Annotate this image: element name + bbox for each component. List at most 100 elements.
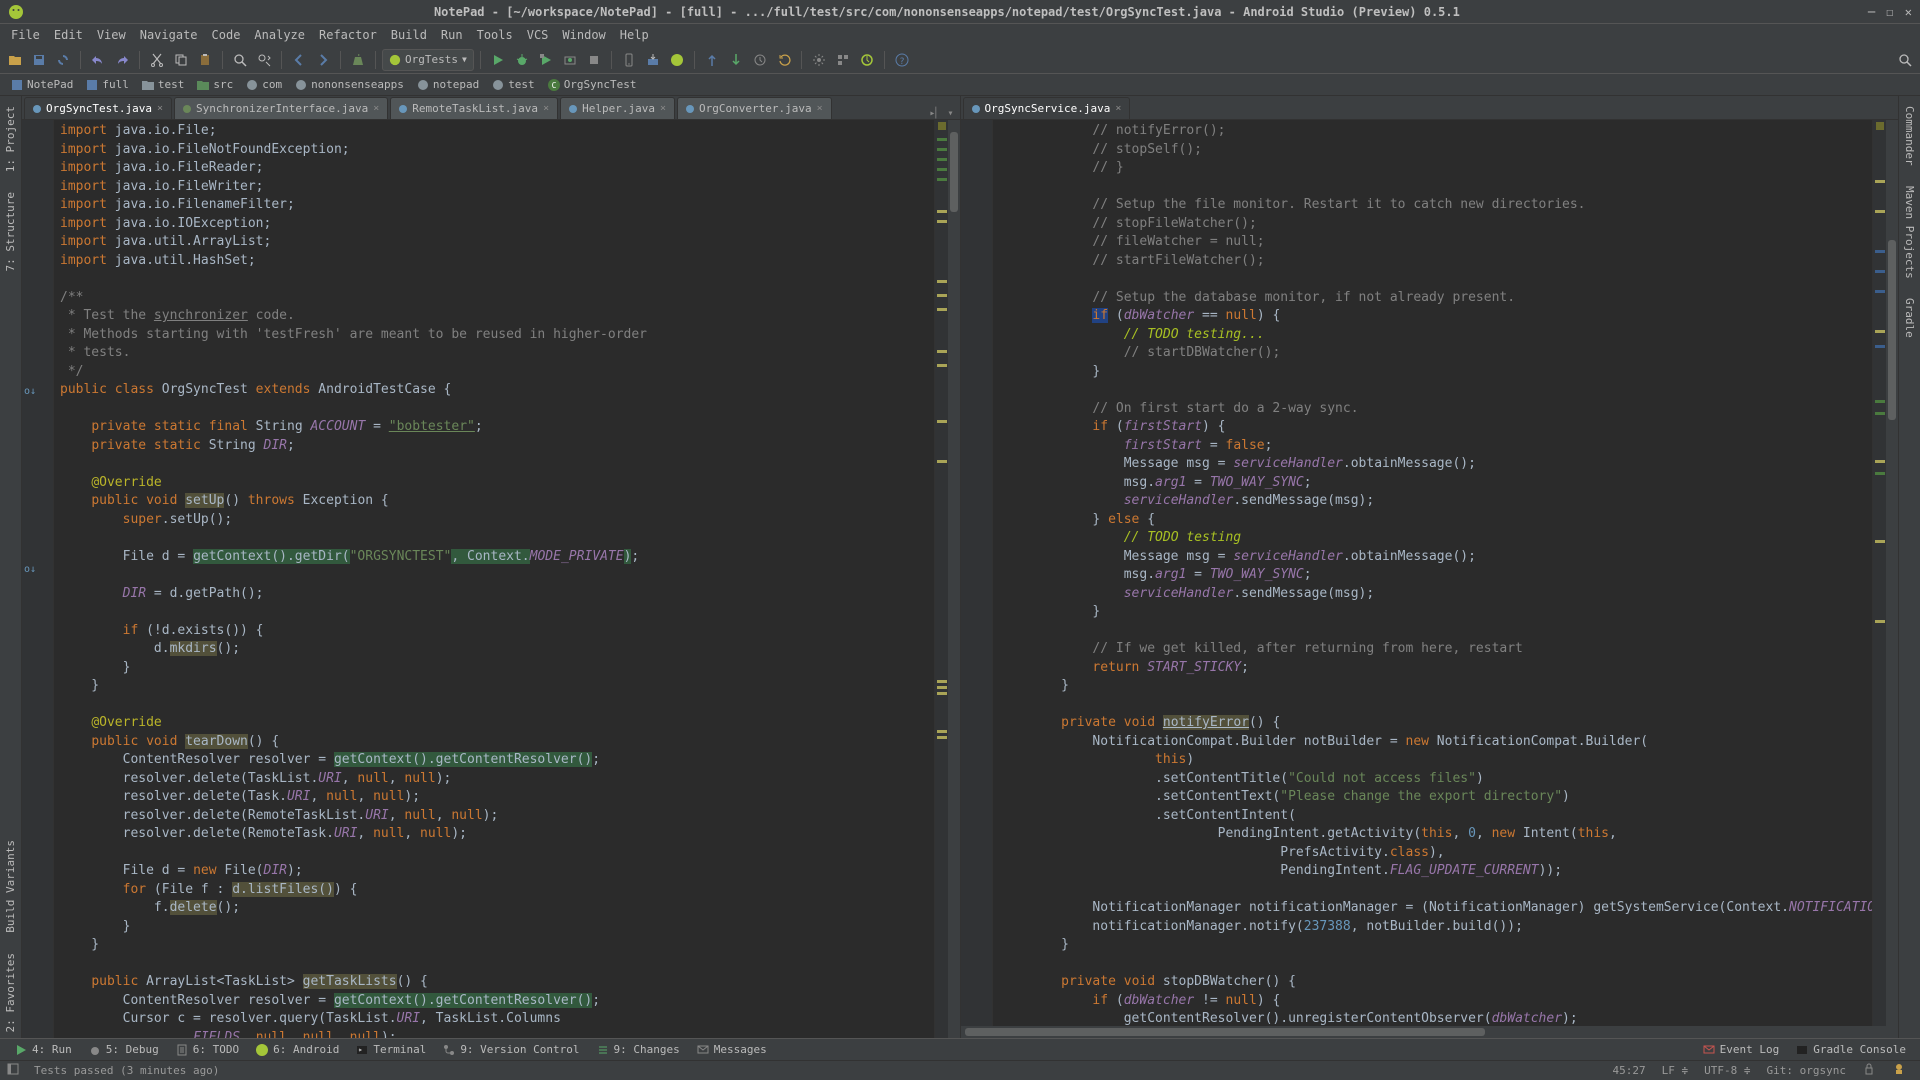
- find-icon[interactable]: [229, 49, 251, 71]
- tab-orgconverter[interactable]: OrgConverter.java×: [677, 97, 832, 119]
- save-all-icon[interactable]: [28, 49, 50, 71]
- tool-gradle[interactable]: Gradle: [1901, 292, 1918, 344]
- tab-orgsyncservice[interactable]: OrgSyncService.java×: [963, 97, 1131, 119]
- minimize-button[interactable]: ─: [1868, 5, 1875, 19]
- menu-navigate[interactable]: Navigate: [133, 26, 205, 44]
- read-only-toggle-icon[interactable]: [1854, 1062, 1884, 1079]
- tabs-list-icon[interactable]: ▾: [947, 108, 953, 119]
- vertical-scrollbar[interactable]: [1886, 120, 1898, 1026]
- tool-maven[interactable]: Maven Projects: [1901, 180, 1918, 285]
- inspection-indicator-icon[interactable]: [938, 122, 946, 130]
- avd-manager-icon[interactable]: [618, 49, 640, 71]
- settings-icon[interactable]: [808, 49, 830, 71]
- vcs-revert-icon[interactable]: [773, 49, 795, 71]
- cursor-position[interactable]: 45:27: [1605, 1064, 1654, 1077]
- close-tab-icon[interactable]: ×: [817, 103, 823, 114]
- tabs-scroll-right-icon[interactable]: ▸▏: [929, 108, 941, 119]
- menu-file[interactable]: File: [4, 26, 47, 44]
- editor-gutter-right[interactable]: [961, 120, 993, 1026]
- tool-messages[interactable]: Messages: [688, 1043, 775, 1057]
- error-stripe-left[interactable]: [934, 120, 948, 1038]
- redo-icon[interactable]: [111, 49, 133, 71]
- menu-vcs[interactable]: VCS: [520, 26, 556, 44]
- tool-terminal[interactable]: Terminal: [347, 1043, 434, 1057]
- help-icon[interactable]: ?: [891, 49, 913, 71]
- run-icon[interactable]: [487, 49, 509, 71]
- breadcrumb-folder[interactable]: test: [135, 75, 191, 95]
- menu-help[interactable]: Help: [613, 26, 656, 44]
- close-tab-icon[interactable]: ×: [1115, 103, 1121, 114]
- run-config-selector[interactable]: OrgTests ▼: [382, 49, 474, 71]
- close-button[interactable]: ✕: [1905, 5, 1912, 19]
- breadcrumb-module[interactable]: full: [79, 75, 135, 95]
- tool-vcs[interactable]: 9: Version Control: [434, 1043, 587, 1057]
- tool-gradle-console[interactable]: Gradle Console: [1787, 1043, 1914, 1057]
- horizontal-scrollbar[interactable]: [961, 1026, 1899, 1038]
- sync-icon[interactable]: [52, 49, 74, 71]
- maximize-button[interactable]: ☐: [1886, 5, 1893, 19]
- menu-run[interactable]: Run: [434, 26, 470, 44]
- tool-structure[interactable]: 7: Structure: [2, 186, 19, 277]
- forward-icon[interactable]: [312, 49, 334, 71]
- menu-window[interactable]: Window: [555, 26, 612, 44]
- tool-todo[interactable]: 6: TODO: [167, 1043, 247, 1057]
- back-icon[interactable]: [288, 49, 310, 71]
- vertical-scrollbar[interactable]: [948, 120, 960, 1038]
- run-tests-icon[interactable]: [535, 49, 557, 71]
- vcs-history-icon[interactable]: [749, 49, 771, 71]
- breadcrumb-folder[interactable]: src: [190, 75, 239, 95]
- breadcrumb-package[interactable]: notepad: [410, 75, 485, 95]
- debug-icon[interactable]: [511, 49, 533, 71]
- tool-commander[interactable]: Commander: [1901, 100, 1918, 172]
- make-project-icon[interactable]: [347, 49, 369, 71]
- inspection-indicator-icon[interactable]: [1876, 122, 1884, 130]
- breadcrumb-package[interactable]: nononsenseapps: [288, 75, 410, 95]
- open-file-icon[interactable]: [4, 49, 26, 71]
- tab-orgsynctest[interactable]: OrgSyncTest.java×: [24, 97, 172, 119]
- error-stripe-right[interactable]: [1872, 120, 1886, 1026]
- code-area-right[interactable]: // notifyError(); // stopSelf(); // } //…: [993, 120, 1873, 1026]
- override-marker-icon[interactable]: o↓: [24, 564, 36, 576]
- code-area-left[interactable]: import java.io.File; import java.io.File…: [54, 120, 934, 1038]
- breadcrumb-project[interactable]: NotePad: [4, 75, 79, 95]
- undo-icon[interactable]: [87, 49, 109, 71]
- breadcrumb-package[interactable]: test: [485, 75, 541, 95]
- toolwindows-toggle-icon[interactable]: [6, 1062, 26, 1079]
- ddms-icon[interactable]: [666, 49, 688, 71]
- vcs-commit-icon[interactable]: [725, 49, 747, 71]
- paste-icon[interactable]: [194, 49, 216, 71]
- close-tab-icon[interactable]: ×: [157, 103, 163, 114]
- editor-gutter-left[interactable]: o↓ o↓: [22, 120, 54, 1038]
- editor-left[interactable]: o↓ o↓ import java.io.File; import java.i…: [22, 120, 960, 1038]
- project-structure-icon[interactable]: [832, 49, 854, 71]
- attach-debugger-icon[interactable]: [559, 49, 581, 71]
- copy-icon[interactable]: [170, 49, 192, 71]
- menu-refactor[interactable]: Refactor: [312, 26, 384, 44]
- breadcrumb-class[interactable]: COrgSyncTest: [541, 75, 643, 95]
- vcs-update-icon[interactable]: [701, 49, 723, 71]
- override-marker-icon[interactable]: o↓: [24, 386, 36, 398]
- tool-changes[interactable]: 9: Changes: [588, 1043, 688, 1057]
- file-encoding[interactable]: UTF-8 ≑: [1696, 1064, 1758, 1077]
- hector-icon[interactable]: [1884, 1062, 1914, 1079]
- line-separator[interactable]: LF ≑: [1654, 1064, 1697, 1077]
- menu-build[interactable]: Build: [384, 26, 434, 44]
- search-everywhere-icon[interactable]: [1894, 49, 1916, 71]
- sync-gradle-icon[interactable]: [856, 49, 878, 71]
- close-tab-icon[interactable]: ×: [373, 103, 379, 114]
- tab-synchronizerinterface[interactable]: SynchronizerInterface.java×: [174, 97, 388, 119]
- tool-project[interactable]: 1: Project: [2, 100, 19, 178]
- close-tab-icon[interactable]: ×: [543, 103, 549, 114]
- tool-build-variants[interactable]: Build Variants: [2, 834, 19, 939]
- menu-tools[interactable]: Tools: [470, 26, 520, 44]
- menu-code[interactable]: Code: [205, 26, 248, 44]
- tool-android[interactable]: 6: Android: [247, 1043, 347, 1057]
- tool-run[interactable]: 4: Run: [6, 1043, 80, 1057]
- breadcrumb-package[interactable]: com: [239, 75, 288, 95]
- menu-edit[interactable]: Edit: [47, 26, 90, 44]
- tab-helper[interactable]: Helper.java×: [560, 97, 675, 119]
- tool-debug[interactable]: 5: Debug: [80, 1043, 167, 1057]
- git-branch[interactable]: Git: orgsync: [1759, 1064, 1854, 1077]
- close-tab-icon[interactable]: ×: [660, 103, 666, 114]
- cut-icon[interactable]: [146, 49, 168, 71]
